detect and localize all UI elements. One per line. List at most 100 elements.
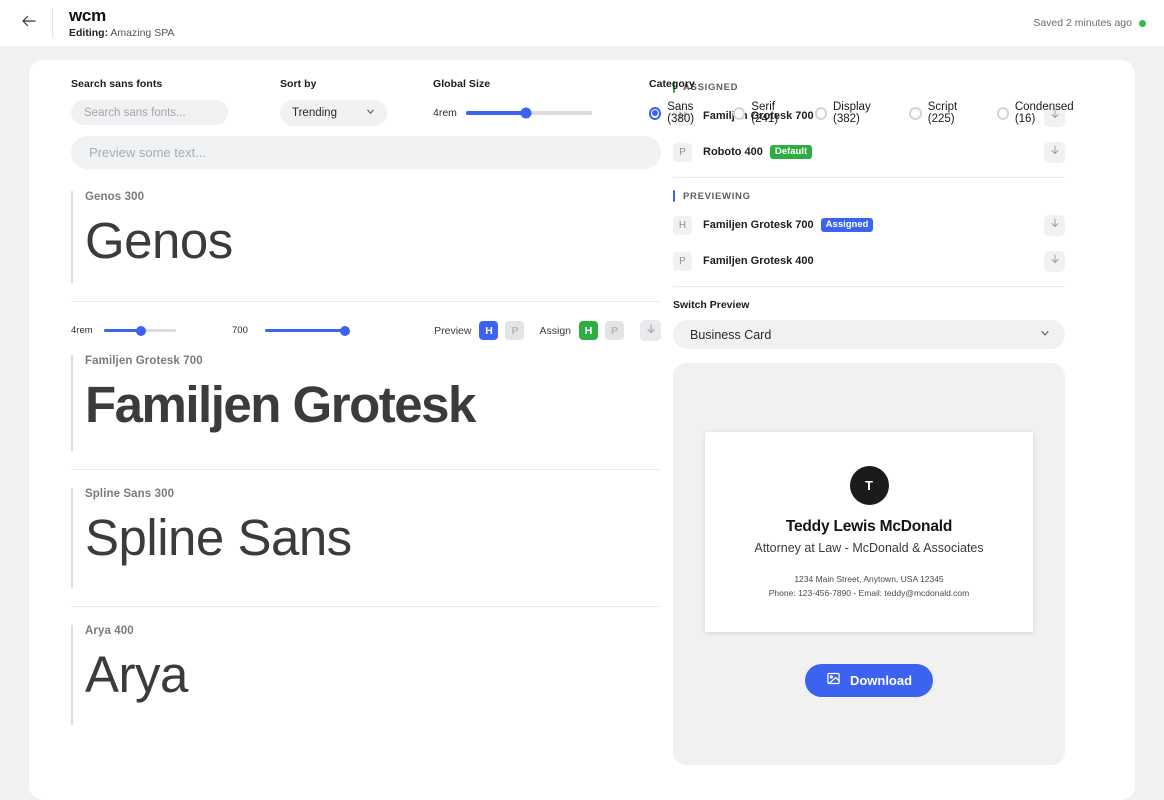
category-radio-script[interactable]: Script (225): [909, 101, 982, 125]
font-list-item-arya[interactable]: Arya 400 Arya: [71, 625, 669, 725]
sort-label: Sort by: [280, 78, 317, 90]
previewing-download-button[interactable]: [1044, 250, 1065, 272]
font-item-accent-bar: [71, 488, 73, 588]
font-size-value: 4rem: [71, 325, 93, 336]
main-card: Search sans fonts Sort by Trending Globa…: [29, 60, 1135, 800]
assigned-badge: Assigned: [820, 217, 874, 233]
arrow-left-icon: [20, 12, 38, 35]
font-item-sample: Arya: [85, 646, 188, 703]
category-radio-condensed[interactable]: Condensed (16): [996, 101, 1092, 125]
font-item-accent-bar: [71, 191, 73, 283]
previewing-row-heading[interactable]: H Familjen Grotesk 700 Assigned: [673, 212, 1065, 238]
previewing-section-header: PREVIEWING: [673, 190, 1065, 202]
font-size-slider[interactable]: [104, 325, 176, 336]
font-list-divider: [71, 301, 661, 302]
previewing-row-paragraph[interactable]: P Familjen Grotesk 400: [673, 248, 1065, 274]
font-list-item-spline-sans[interactable]: Spline Sans 300 Spline Sans: [71, 488, 669, 588]
download-arrow-icon: [1049, 252, 1061, 270]
assignment-panel: ASSIGNED H Familjen Grotesk 700 P Roboto…: [669, 60, 1079, 800]
category-radio-serif-label: Serif (241): [751, 101, 779, 125]
assigned-row-paragraph[interactable]: P Roboto 400 Default: [673, 139, 1065, 165]
preview-toggle-label: Preview: [434, 324, 472, 337]
search-input[interactable]: [71, 100, 228, 125]
saved-status-dot: [1139, 19, 1146, 27]
font-item-sample: Genos: [85, 212, 233, 269]
font-download-button[interactable]: [640, 320, 661, 341]
font-item-name: Spline Sans 300: [85, 488, 175, 500]
font-list-item-genos[interactable]: Genos 300 Genos: [71, 191, 669, 283]
image-icon: [826, 671, 841, 689]
font-list-item-familjen-grotesk[interactable]: Familjen Grotesk 700 Familjen Grotesk: [71, 355, 669, 451]
controls-bar: Search sans fonts Sort by Trending Globa…: [71, 78, 1091, 126]
font-size-slider-knob[interactable]: [136, 325, 147, 336]
brand: wcm Editing: Amazing SPA: [69, 5, 174, 40]
font-item-sample: Familjen Grotesk: [85, 376, 476, 433]
global-size-slider-knob[interactable]: [520, 107, 532, 119]
saved-status: Saved 2 minutes ago: [1033, 17, 1146, 29]
preview-text-input[interactable]: [71, 136, 661, 169]
font-browser-column: Search sans fonts Sort by Trending Globa…: [29, 60, 1074, 800]
category-radio-display-label: Display (382): [833, 101, 871, 125]
category-radio-display[interactable]: Display (382): [814, 101, 896, 125]
switch-preview-select[interactable]: Business Card: [673, 320, 1065, 349]
heading-tag-icon: H: [673, 215, 692, 235]
previewing-section-title: PREVIEWING: [683, 190, 751, 202]
download-button[interactable]: Download: [804, 663, 934, 697]
font-list-divider: [71, 606, 661, 607]
topbar-divider: [52, 8, 53, 38]
section-accent-bar: [673, 190, 675, 202]
font-weight-slider-fill: [265, 329, 345, 332]
previewing-font-name: Familjen Grotesk 400: [703, 255, 814, 267]
preview-heading-button[interactable]: H: [479, 321, 499, 340]
font-weight-slider[interactable]: [265, 325, 350, 336]
brand-logo: wcm: [69, 5, 106, 25]
editing-label: Editing: Amazing SPA: [69, 27, 174, 40]
business-card-title: Attorney at Law - McDonald & Associates: [754, 540, 984, 555]
switch-preview-label: Switch Preview: [673, 299, 750, 311]
font-weight-value: 700: [232, 325, 248, 336]
font-item-accent-bar: [71, 625, 73, 725]
assign-heading-button[interactable]: H: [579, 321, 598, 340]
search-label: Search sans fonts: [71, 78, 163, 90]
sort-select[interactable]: Trending: [280, 100, 387, 126]
paragraph-tag-icon: P: [673, 251, 692, 271]
category-radio-sans[interactable]: Sans (380): [648, 101, 719, 125]
assign-paragraph-button[interactable]: P: [605, 321, 624, 340]
top-bar: wcm Editing: Amazing SPA Saved 2 minutes…: [0, 0, 1164, 46]
font-weight-slider-control: 700: [232, 325, 350, 336]
back-button[interactable]: [14, 8, 44, 38]
download-button-label: Download: [849, 672, 913, 688]
category-radio-group: Sans (380) Serif (241) Display (382) Scr…: [648, 100, 1092, 126]
global-size-slider[interactable]: [465, 107, 592, 119]
business-card-preview: T Teddy Lewis McDonald Attorney at Law -…: [705, 431, 1033, 632]
font-list-divider: [71, 469, 661, 470]
download-arrow-icon: [1049, 143, 1061, 161]
business-card-name: Teddy Lewis McDonald: [785, 517, 953, 535]
download-arrow-icon: [1049, 216, 1061, 234]
font-size-slider-control: 4rem: [71, 325, 176, 336]
sort-control: Sort by Trending: [280, 78, 387, 126]
font-item-accent-bar: [71, 355, 73, 451]
font-item-sample: Spline Sans: [85, 509, 352, 566]
saved-status-text: Saved 2 minutes ago: [1033, 17, 1132, 29]
assigned-download-button[interactable]: [1044, 141, 1065, 163]
category-radio-serif[interactable]: Serif (241): [733, 101, 801, 125]
font-item-name: Familjen Grotesk 700: [85, 355, 203, 367]
font-item-name: Arya 400: [85, 625, 134, 637]
font-list: Genos 300 Genos 4rem 700 Preview H P Ass…: [71, 191, 669, 725]
font-weight-slider-knob[interactable]: [340, 325, 350, 336]
preview-paragraph-button[interactable]: P: [505, 321, 525, 340]
global-size-row: 4rem: [433, 100, 592, 126]
radio-icon: [733, 106, 746, 120]
previewing-download-button[interactable]: [1044, 214, 1065, 236]
assigned-font-name: Roboto 400: [703, 146, 763, 158]
editing-prefix: Editing:: [69, 26, 109, 39]
category-radio-condensed-label: Condensed (16): [1014, 101, 1074, 125]
global-size-slider-fill: [465, 111, 527, 115]
sort-select-value: Trending: [292, 107, 337, 119]
editing-project: Amazing SPA: [110, 26, 175, 39]
avatar: T: [849, 465, 889, 505]
radio-icon: [996, 106, 1009, 120]
category-radio-sans-label: Sans (380): [667, 101, 695, 125]
chevron-down-icon: [365, 106, 376, 120]
